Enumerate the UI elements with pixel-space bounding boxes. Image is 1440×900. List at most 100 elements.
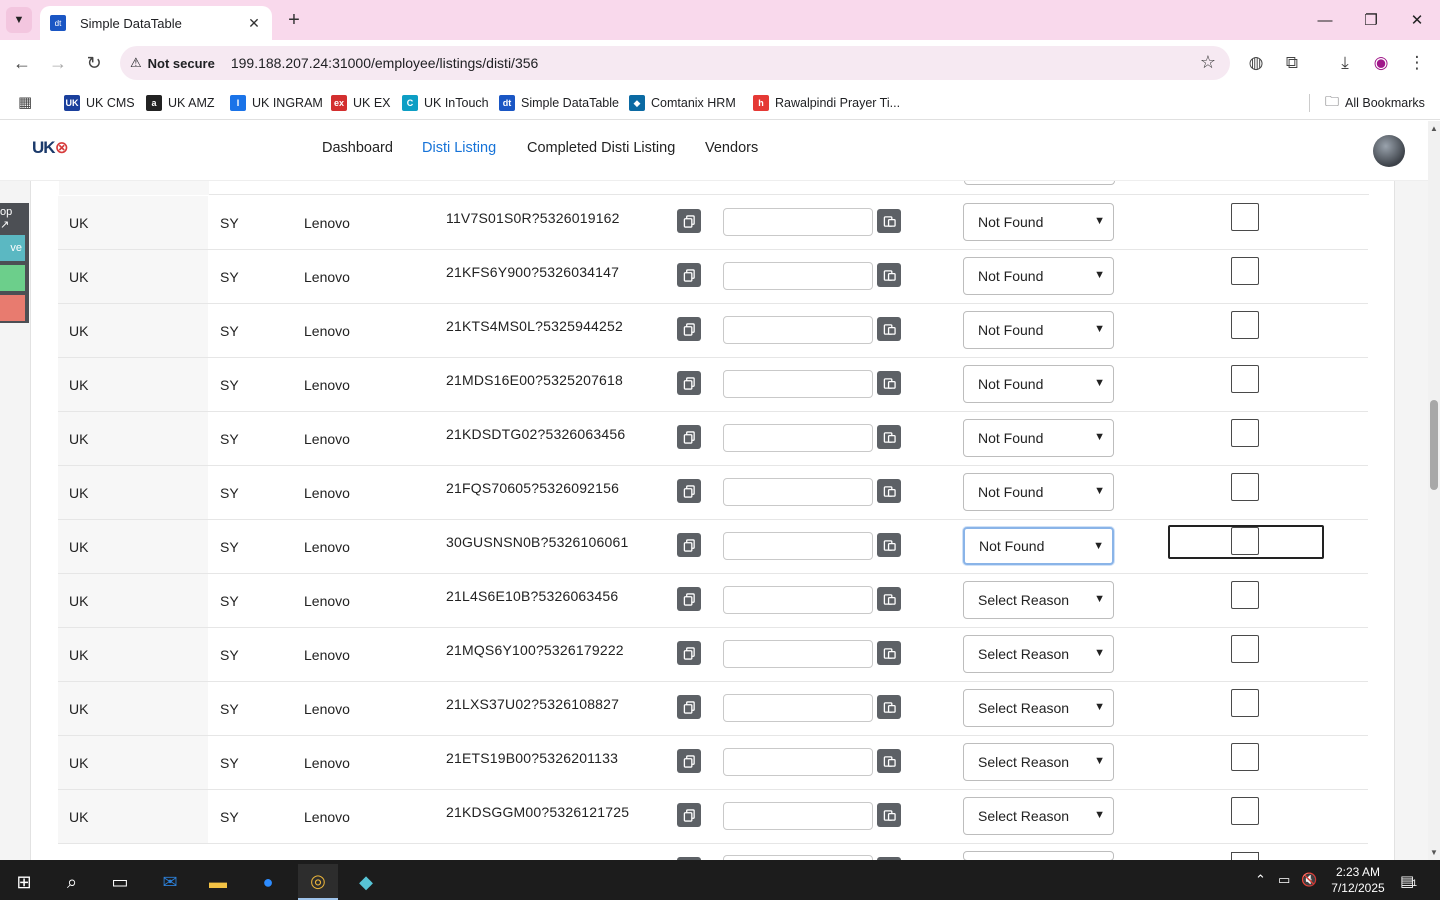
chrome-icon[interactable]: ◎	[298, 864, 338, 900]
system-clock[interactable]: 2:23 AM 7/12/2025	[1326, 864, 1390, 896]
copy-sku-icon[interactable]	[677, 479, 701, 503]
row-checkbox[interactable]	[1231, 203, 1259, 231]
copy-sku-icon[interactable]	[677, 317, 701, 341]
copy-sku-icon[interactable]	[677, 587, 701, 611]
apps-grid-icon[interactable]: ▦	[18, 93, 32, 111]
reason-select[interactable]: Not Found ▼	[963, 527, 1114, 565]
listing-input[interactable]	[723, 802, 873, 830]
row-checkbox[interactable]	[1231, 365, 1259, 393]
paste-icon[interactable]	[877, 749, 901, 773]
row-checkbox[interactable]	[1231, 797, 1259, 825]
paste-icon[interactable]	[877, 371, 901, 395]
tray-chevron-up-icon[interactable]: ⌃	[1255, 872, 1266, 888]
copy-sku-icon[interactable]	[677, 695, 701, 719]
bookmark-item[interactable]: dt Simple DataTable	[499, 92, 619, 114]
zoom-icon[interactable]: ●	[248, 864, 288, 900]
forward-arrow-icon[interactable]: →	[46, 51, 70, 75]
reason-select[interactable]: Not Found ▼	[963, 311, 1114, 349]
reason-select[interactable]: Select Reason ▼	[963, 743, 1114, 781]
listing-input[interactable]	[723, 424, 873, 452]
bookmark-item[interactable]: C UK InTouch	[402, 92, 489, 114]
scrollbar-thumb[interactable]	[1430, 400, 1438, 490]
copy-sku-icon[interactable]	[677, 803, 701, 827]
reason-select[interactable]: Not Found ▼	[963, 257, 1114, 295]
translate-icon[interactable]: ◍	[1245, 52, 1267, 74]
listing-input[interactable]	[723, 478, 873, 506]
paste-icon[interactable]	[877, 479, 901, 503]
nav-completed-disti-listing[interactable]: Completed Disti Listing	[527, 140, 675, 156]
listing-input[interactable]	[723, 694, 873, 722]
listing-input[interactable]	[723, 586, 873, 614]
side-button-op[interactable]: op ↗	[0, 205, 25, 231]
windows-start-icon[interactable]: ⊞	[4, 864, 44, 900]
bookmark-item[interactable]: UK UK CMS	[64, 92, 135, 114]
paste-icon[interactable]	[877, 425, 901, 449]
row-checkbox[interactable]	[1231, 689, 1259, 717]
row-checkbox[interactable]	[1231, 419, 1259, 447]
listing-input[interactable]	[723, 262, 873, 290]
restore-window-button[interactable]: ❐	[1359, 8, 1383, 32]
bookmark-item[interactable]: I UK INGRAM	[230, 92, 323, 114]
app-diamond-icon[interactable]: ◆	[346, 864, 386, 900]
task-view-icon[interactable]: ▭	[100, 864, 140, 900]
row-checkbox[interactable]	[1231, 311, 1259, 339]
user-avatar[interactable]	[1373, 135, 1405, 167]
row-checkbox[interactable]	[1231, 635, 1259, 663]
close-window-button[interactable]: ✕	[1405, 8, 1429, 32]
row-checkbox[interactable]	[1231, 257, 1259, 285]
scroll-up-arrow-icon[interactable]: ▲	[1430, 124, 1438, 133]
back-arrow-icon[interactable]: ←	[10, 51, 34, 75]
listing-input[interactable]	[723, 208, 873, 236]
scroll-down-arrow-icon[interactable]: ▼	[1430, 848, 1438, 857]
reason-select[interactable]: Select Reason ▼	[963, 635, 1114, 673]
nav-disti-listing[interactable]: Disti Listing	[422, 140, 496, 156]
bookmark-item[interactable]: h Rawalpindi Prayer Ti...	[753, 92, 900, 114]
outlook-icon[interactable]: ✉	[150, 864, 190, 900]
copy-sku-icon[interactable]	[677, 263, 701, 287]
file-explorer-icon[interactable]: ▬	[198, 864, 238, 900]
address-bar[interactable]: ⚠ Not secure 199.188.207.24:31000/employ…	[120, 46, 1230, 80]
browser-tab-active[interactable]: dt Simple DataTable ✕	[40, 6, 272, 40]
network-icon[interactable]: ▭	[1278, 872, 1290, 888]
paste-icon[interactable]	[877, 587, 901, 611]
side-button-red[interactable]	[0, 295, 25, 321]
security-indicator[interactable]: ⚠ Not secure	[130, 55, 215, 71]
paste-icon[interactable]	[877, 209, 901, 233]
listing-input[interactable]	[723, 748, 873, 776]
volume-muted-icon[interactable]: 🔇	[1301, 872, 1317, 888]
paste-icon[interactable]	[877, 263, 901, 287]
profile-icon[interactable]: ◉	[1370, 52, 1392, 74]
reason-select[interactable]: Select Reason ▼	[963, 797, 1114, 835]
new-tab-button[interactable]: +	[282, 8, 306, 32]
copy-sku-icon[interactable]	[677, 533, 701, 557]
url-text[interactable]: 199.188.207.24:31000/employee/listings/d…	[231, 55, 538, 71]
nav-dashboard[interactable]: Dashboard	[322, 140, 393, 156]
side-button-green[interactable]	[0, 265, 25, 291]
listing-input[interactable]	[723, 532, 873, 560]
row-checkbox[interactable]	[1231, 581, 1259, 609]
reason-select[interactable]: Not Found ▼	[963, 203, 1114, 241]
copy-sku-icon[interactable]	[677, 425, 701, 449]
extensions-icon[interactable]: ⧉	[1281, 52, 1303, 74]
reason-select[interactable]: Select Reason ▼	[963, 581, 1114, 619]
search-icon[interactable]: ⌕	[52, 864, 92, 900]
row-checkbox[interactable]	[1231, 743, 1259, 771]
app-logo[interactable]: UK⊗	[32, 138, 69, 158]
copy-sku-icon[interactable]	[677, 371, 701, 395]
reason-select[interactable]: Not Found ▼	[963, 419, 1114, 457]
listing-input[interactable]	[723, 316, 873, 344]
listing-input[interactable]	[723, 640, 873, 668]
reason-select-partial[interactable]	[964, 181, 1115, 185]
all-bookmarks-button[interactable]: 🗀 All Bookmarks	[1325, 92, 1425, 114]
reason-select[interactable]: Select Reason ▼	[963, 689, 1114, 727]
download-icon[interactable]: ⤓	[1334, 52, 1356, 74]
paste-icon[interactable]	[877, 695, 901, 719]
tab-search-button[interactable]: ▼	[6, 7, 32, 33]
row-checkbox[interactable]	[1231, 473, 1259, 501]
side-button-ve[interactable]: ve	[0, 235, 25, 261]
minimize-window-button[interactable]: —	[1313, 8, 1337, 32]
copy-sku-icon[interactable]	[677, 641, 701, 665]
paste-icon[interactable]	[877, 317, 901, 341]
row-checkbox[interactable]	[1231, 527, 1259, 555]
copy-sku-icon[interactable]	[677, 749, 701, 773]
